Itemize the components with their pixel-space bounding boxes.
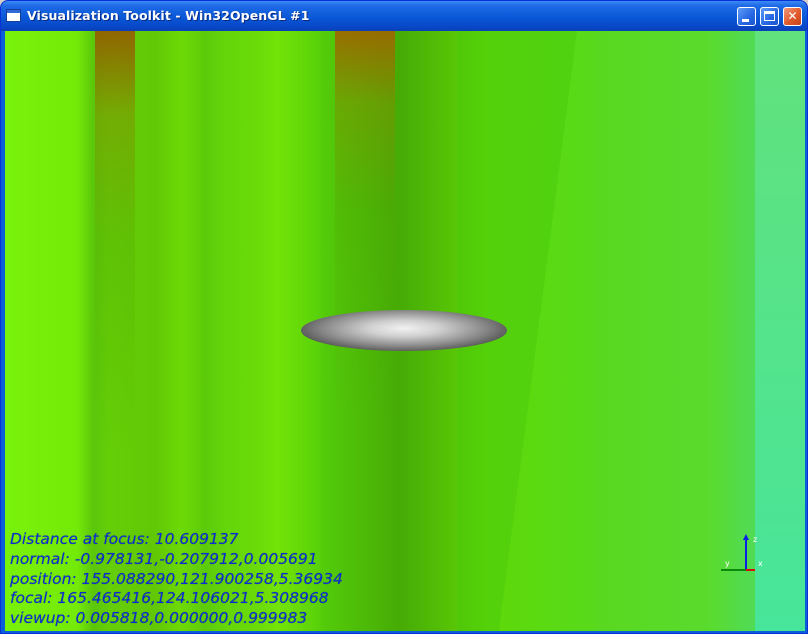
window-title: Visualization Toolkit - Win32OpenGL #1 — [27, 8, 310, 23]
maximize-button[interactable] — [760, 7, 779, 26]
camera-position: position: 155.088290,121.900258,5.36934 — [10, 569, 343, 588]
vtk-window: Visualization Toolkit - Win32OpenGL #1 ✕… — [0, 0, 808, 634]
ellipsoid-object[interactable] — [301, 310, 507, 351]
y-axis-label: y — [725, 559, 730, 568]
maximize-icon — [764, 11, 775, 21]
minimize-button[interactable] — [737, 7, 756, 26]
camera-focal: focal: 165.465416,124.106021,5.308968 — [10, 589, 329, 608]
render-viewport[interactable]: Distance at focus: 10.609137 normal: -0.… — [5, 31, 805, 631]
camera-normal: normal: -0.978131,-0.207912,0.005691 — [10, 549, 318, 568]
camera-info-overlay: Distance at focus: 10.609137 normal: -0.… — [10, 530, 343, 629]
z-axis-arrow — [743, 534, 749, 540]
vtk-window-icon[interactable] — [6, 9, 21, 22]
z-axis-label: z — [753, 535, 757, 544]
title-bar[interactable]: Visualization Toolkit - Win32OpenGL #1 ✕ — [1, 1, 807, 31]
x-axis-label: x — [758, 559, 763, 568]
distance-at-focus: Distance at focus: 10.609137 — [10, 530, 239, 548]
close-icon: ✕ — [787, 9, 798, 23]
close-button[interactable]: ✕ — [783, 7, 802, 26]
camera-viewup: viewup: 0.005818,0.000000,0.999983 — [10, 609, 308, 628]
minimize-icon — [742, 19, 749, 22]
orientation-axes-widget: z y x — [721, 534, 763, 571]
